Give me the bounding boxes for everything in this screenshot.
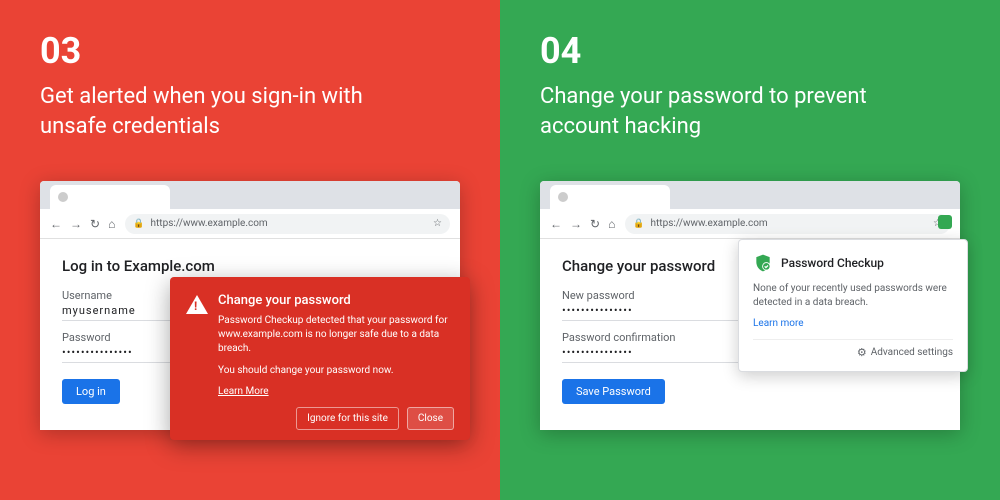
learn-more-link[interactable]: Learn More: [218, 386, 454, 397]
step-number: 03: [40, 30, 460, 72]
shield-icon: [753, 252, 773, 274]
browser-toolbar: ← → ↻ ⌂ 🔒 https://www.example.com ☆: [540, 209, 960, 239]
close-button[interactable]: Close: [407, 407, 454, 430]
browser-tab[interactable]: [50, 185, 170, 209]
nav-buttons: ← → ↻ ⌂: [550, 217, 615, 231]
breach-alert-popup: Change your password Password Checkup de…: [170, 277, 470, 440]
reload-icon[interactable]: ↻: [590, 217, 600, 231]
page-heading: Log in to Example.com: [62, 257, 438, 275]
alert-body-2: You should change your password now.: [218, 364, 454, 378]
forward-icon[interactable]: →: [570, 217, 582, 231]
save-password-button[interactable]: Save Password: [562, 379, 665, 404]
ignore-button[interactable]: Ignore for this site: [296, 407, 399, 430]
alert-body-1: Password Checkup detected that your pass…: [218, 314, 454, 356]
back-icon[interactable]: ←: [50, 217, 62, 231]
home-icon[interactable]: ⌂: [608, 217, 615, 231]
tab-strip: [540, 181, 960, 209]
star-icon[interactable]: ☆: [433, 218, 442, 229]
favicon: [58, 192, 68, 202]
step-title: Get alerted when you sign-in with unsafe…: [40, 82, 420, 141]
home-icon[interactable]: ⌂: [108, 217, 115, 231]
nav-buttons: ← → ↻ ⌂: [50, 217, 115, 231]
url-text: https://www.example.com: [651, 218, 768, 229]
extension-icon[interactable]: [938, 215, 952, 229]
forward-icon[interactable]: →: [70, 217, 82, 231]
password-checkup-popup: Password Checkup None of your recently u…: [738, 239, 968, 372]
panel-step-3: 03 Get alerted when you sign-in with uns…: [0, 0, 500, 500]
tab-strip: [40, 181, 460, 209]
warning-icon: [186, 295, 208, 314]
browser-tab[interactable]: [550, 185, 670, 209]
panel-step-4: 04 Change your password to prevent accou…: [500, 0, 1000, 500]
alert-title: Change your password: [218, 293, 454, 308]
browser-toolbar: ← → ↻ ⌂ 🔒 https://www.example.com ☆: [40, 209, 460, 239]
url-text: https://www.example.com: [151, 218, 268, 229]
address-bar[interactable]: 🔒 https://www.example.com ☆: [625, 214, 950, 234]
browser-window: ← → ↻ ⌂ 🔒 https://www.example.com ☆ Chan…: [540, 181, 960, 430]
favicon: [558, 192, 568, 202]
advanced-settings-link[interactable]: Advanced settings: [871, 347, 953, 358]
lock-icon: 🔒: [133, 219, 144, 229]
lock-icon: 🔒: [633, 219, 644, 229]
gear-icon: ⚙: [857, 346, 867, 359]
reload-icon[interactable]: ↻: [90, 217, 100, 231]
address-bar[interactable]: 🔒 https://www.example.com ☆: [125, 214, 450, 234]
login-button[interactable]: Log in: [62, 379, 120, 404]
learn-more-link[interactable]: Learn more: [753, 318, 953, 329]
step-number: 04: [540, 30, 960, 72]
step-title: Change your password to prevent account …: [540, 82, 920, 141]
browser-window: ← → ↻ ⌂ 🔒 https://www.example.com ☆ Log …: [40, 181, 460, 430]
ext-title: Password Checkup: [781, 256, 884, 270]
ext-body: None of your recently used passwords wer…: [753, 282, 953, 310]
back-icon[interactable]: ←: [550, 217, 562, 231]
